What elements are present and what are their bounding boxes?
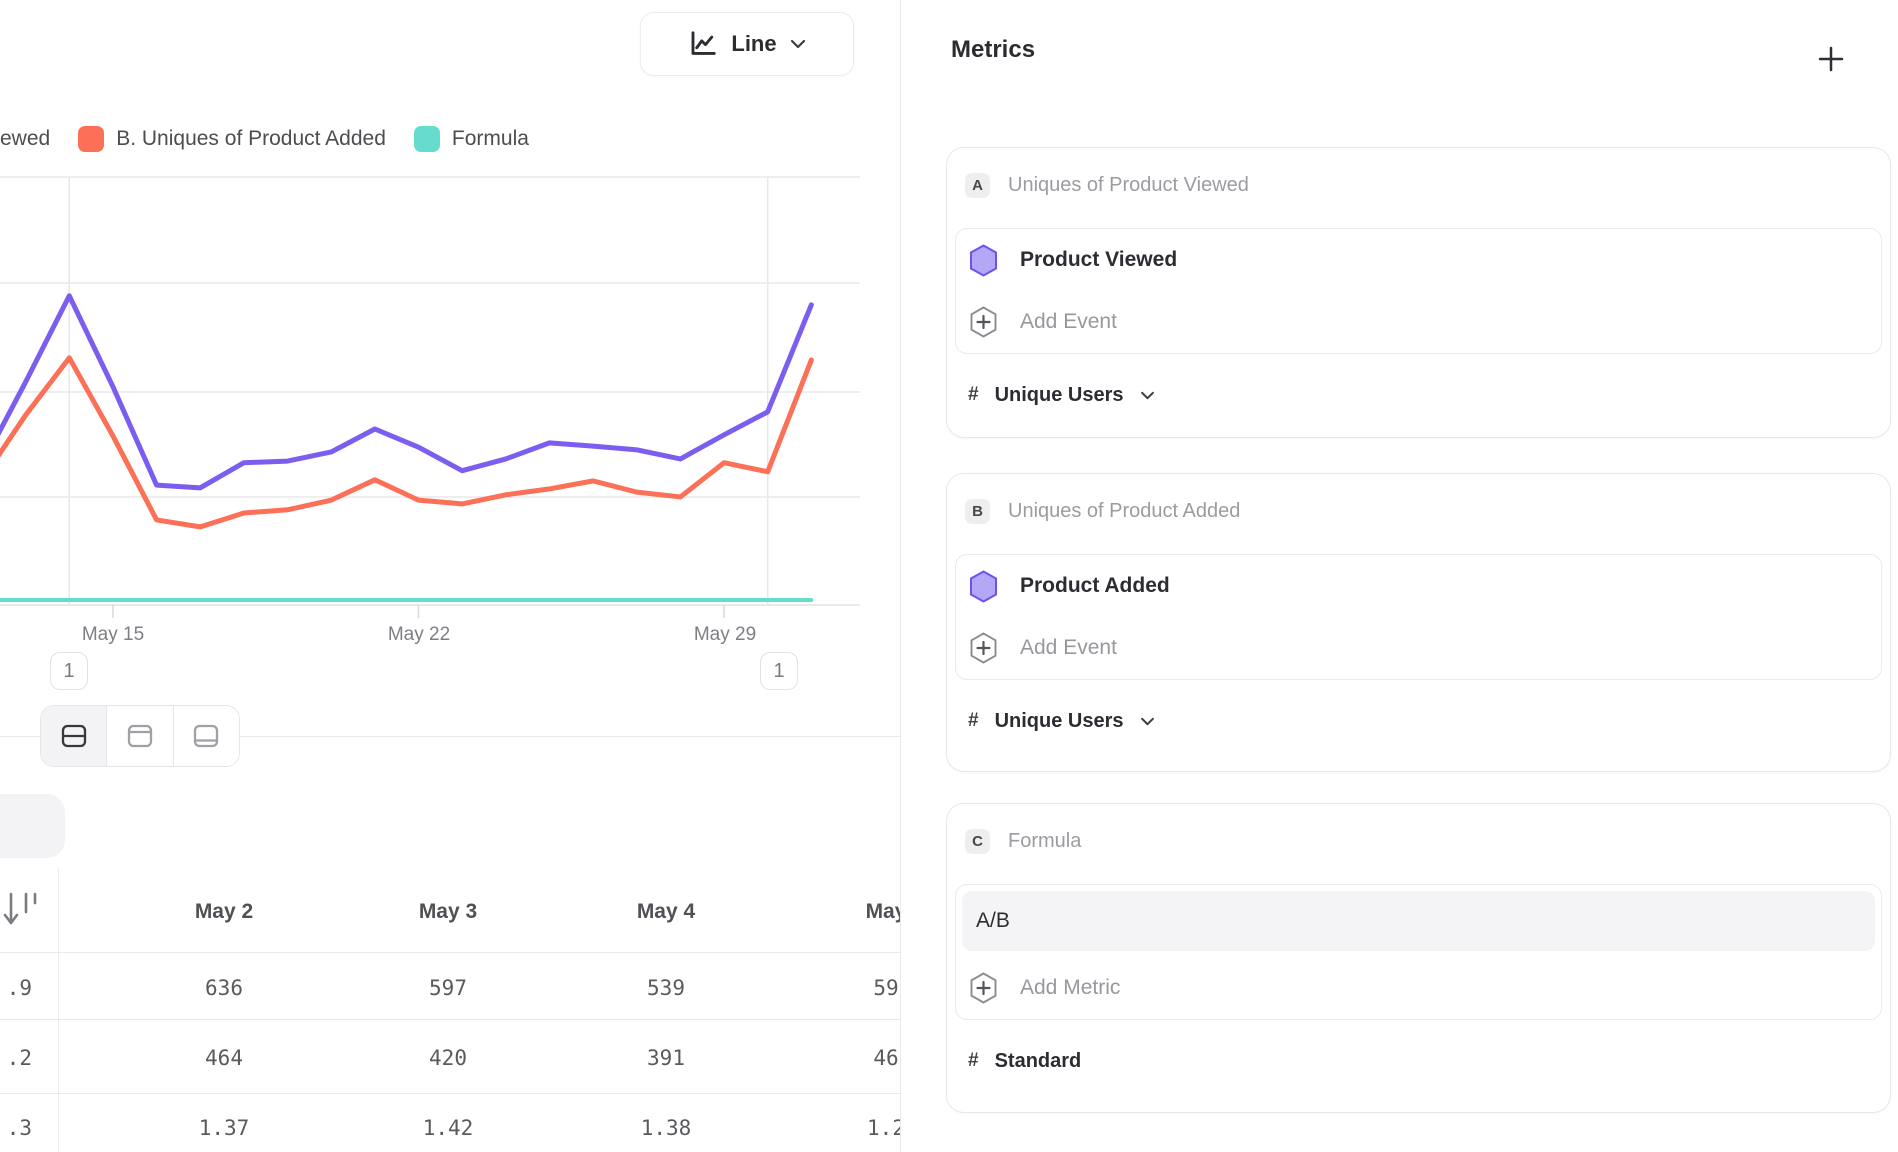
event-box: Product Added Add Event (955, 554, 1882, 680)
x-axis-label: May 15 (43, 624, 183, 646)
metric-card-header: B Uniques of Product Added (955, 482, 1882, 540)
metric-card-title: Uniques of Product Viewed (1008, 174, 1249, 197)
annotation-badge[interactable]: 1 (50, 652, 88, 690)
chevron-down-icon (1140, 391, 1155, 400)
add-metric-label: Add Metric (1020, 976, 1120, 1000)
legend-item-a-truncated[interactable]: ewed (0, 127, 50, 151)
add-metric-row[interactable]: Add Metric (956, 957, 1881, 1019)
chart-type-label: Line (731, 31, 776, 57)
table-column-header: May 4 (566, 900, 766, 924)
metrics-panel: Metrics A Uniques of Product Viewed Prod… (900, 0, 1898, 1152)
event-name: Product Viewed (1020, 248, 1177, 272)
view-panel-top-button[interactable] (106, 706, 173, 766)
view-split-horizontal-button[interactable] (41, 706, 106, 766)
add-metric-plus-button[interactable] (1816, 44, 1846, 74)
legend-swatch-b (78, 126, 104, 152)
legend-item-formula[interactable]: Formula (414, 126, 529, 152)
table-cell: 636 (124, 976, 324, 1000)
metric-card-title: Uniques of Product Added (1008, 500, 1240, 523)
add-event-row[interactable]: Add Event (956, 291, 1881, 353)
table-border (0, 1093, 900, 1094)
add-event-row[interactable]: Add Event (956, 617, 1881, 679)
table-cell: 464 (124, 1046, 324, 1070)
event-hexagon-icon (969, 244, 998, 277)
table-cell: 46 (786, 1046, 900, 1070)
table-frozen-cell: .2 (0, 1046, 32, 1070)
add-event-hexagon-plus-icon (969, 306, 998, 338)
measurement-row[interactable]: # Unique Users (955, 372, 1882, 418)
table-cell: 1.42 (348, 1116, 548, 1140)
event-hexagon-icon (969, 570, 998, 603)
add-event-hexagon-plus-icon (969, 632, 998, 664)
table-frozen-divider (58, 868, 59, 1152)
formula-input[interactable]: A/B (962, 891, 1875, 951)
panel-title: Metrics (951, 36, 1035, 64)
sort-descending-icon[interactable] (2, 890, 40, 930)
metric-letter-badge: A (965, 173, 990, 198)
report-panel: Line ewed B. Uniques of Product Added Fo… (0, 0, 900, 1152)
formula-box: A/B Add Metric (955, 884, 1882, 1020)
table-toolbar-pill[interactable] (0, 794, 65, 858)
panel-top-icon (127, 724, 153, 748)
hash-icon: # (968, 1050, 979, 1072)
table-column-header: May (786, 900, 900, 924)
legend-label: ewed (0, 127, 50, 151)
measurement-label: Standard (995, 1050, 1082, 1073)
event-box: Product Viewed Add Event (955, 228, 1882, 354)
event-name: Product Added (1020, 574, 1170, 598)
measurement-label: Unique Users (995, 710, 1124, 733)
chart-type-dropdown[interactable]: Line (640, 12, 854, 76)
table-cell: 59 (786, 976, 900, 1000)
legend-item-b[interactable]: B. Uniques of Product Added (78, 126, 386, 152)
legend-swatch-formula (414, 126, 440, 152)
line-chart[interactable] (0, 170, 900, 640)
legend-label: B. Uniques of Product Added (116, 127, 386, 151)
add-event-label: Add Event (1020, 310, 1117, 334)
chevron-down-icon (1140, 717, 1155, 726)
line-chart-icon (688, 29, 718, 59)
table-cell: 1.38 (566, 1116, 766, 1140)
metric-letter-badge: B (965, 499, 990, 524)
legend-label: Formula (452, 127, 529, 151)
table-frozen-cell: .9 (0, 976, 32, 1000)
table-cell: 597 (348, 976, 548, 1000)
panel-bottom-icon (193, 724, 219, 748)
table-frozen-cell: .3 (0, 1116, 32, 1140)
measurement-row[interactable]: # Unique Users (955, 698, 1882, 744)
event-row[interactable]: Product Added (956, 555, 1881, 617)
table-cell: 539 (566, 976, 766, 1000)
metric-card-header: A Uniques of Product Viewed (955, 156, 1882, 214)
table-border (0, 1019, 900, 1020)
metric-card-b[interactable]: B Uniques of Product Added Product Added… (946, 473, 1891, 772)
metric-card-header: C Formula (955, 812, 1882, 870)
x-axis-label: May 22 (349, 624, 489, 646)
hash-icon: # (968, 710, 979, 732)
layout-view-toggle (40, 705, 240, 767)
x-axis-label: May 29 (655, 624, 795, 646)
hash-icon: # (968, 384, 979, 406)
table-column-header: May 2 (124, 900, 324, 924)
table-cell: 1.2 (786, 1116, 900, 1140)
table-column-header: May 3 (348, 900, 548, 924)
chevron-down-icon (790, 39, 806, 49)
metric-card-title: Formula (1008, 830, 1081, 853)
measurement-label: Unique Users (995, 384, 1124, 407)
annotation-badge[interactable]: 1 (760, 652, 798, 690)
measurement-row[interactable]: # Standard (955, 1038, 1882, 1084)
plus-icon (1817, 45, 1845, 73)
add-metric-hexagon-plus-icon (969, 972, 998, 1004)
metric-letter-badge: C (965, 829, 990, 854)
chart-legend: ewed B. Uniques of Product Added Formula (0, 122, 529, 156)
metric-card-a[interactable]: A Uniques of Product Viewed Product View… (946, 147, 1891, 438)
table-border (0, 952, 900, 953)
event-row[interactable]: Product Viewed (956, 229, 1881, 291)
table-cell: 1.37 (124, 1116, 324, 1140)
table-cell: 420 (348, 1046, 548, 1070)
metric-card-c-formula[interactable]: C Formula A/B Add Metric # Standard (946, 803, 1891, 1113)
add-event-label: Add Event (1020, 636, 1117, 660)
view-panel-bottom-button[interactable] (174, 706, 239, 766)
split-horizontal-icon (61, 724, 87, 748)
table-cell: 391 (566, 1046, 766, 1070)
